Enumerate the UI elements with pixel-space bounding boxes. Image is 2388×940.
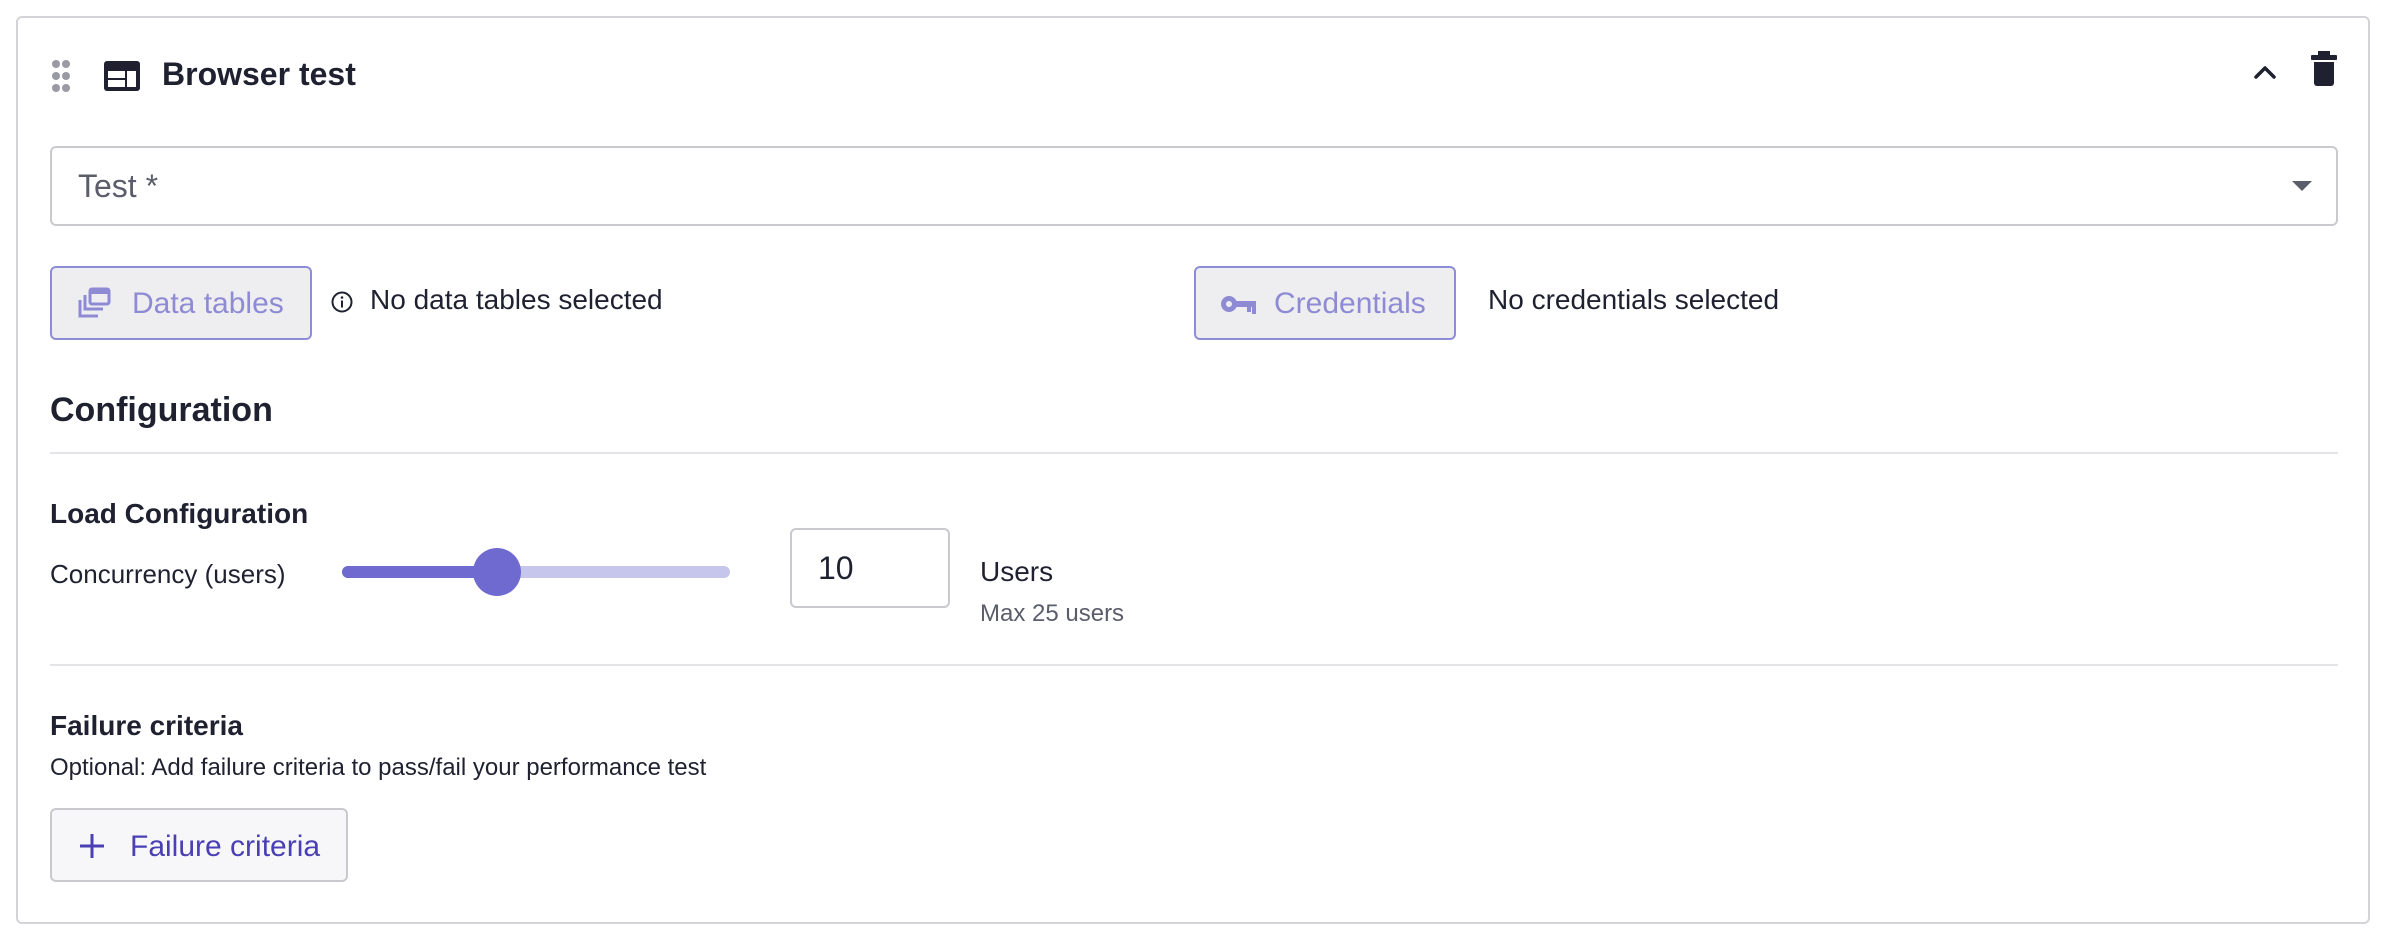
data-tables-button-label: Data tables (132, 287, 284, 320)
divider (50, 452, 2338, 454)
failure-criteria-description: Optional: Add failure criteria to pass/f… (50, 754, 707, 781)
card-title: Browser test (162, 56, 356, 92)
test-select[interactable]: Test * (50, 146, 2338, 226)
add-failure-criteria-button[interactable]: Failure criteria (50, 808, 348, 882)
users-unit-label: Users (980, 556, 1054, 587)
concurrency-label: Concurrency (users) (50, 559, 286, 589)
data-tables-status: No data tables selected (370, 284, 663, 315)
load-configuration-heading: Load Configuration (50, 498, 309, 529)
stacked-windows-icon (78, 287, 111, 318)
divider (50, 664, 2338, 666)
failure-criteria-heading: Failure criteria (50, 710, 243, 741)
caret-down-icon (2292, 181, 2312, 191)
drag-handle-icon[interactable] (50, 58, 72, 94)
concurrency-input[interactable] (790, 528, 950, 608)
browser-window-icon (104, 61, 140, 91)
max-users-hint: Max 25 users (980, 600, 1125, 627)
credentials-button[interactable]: Credentials (1194, 266, 1456, 340)
test-select-label: Test * (78, 168, 159, 204)
concurrency-slider-thumb[interactable] (473, 548, 522, 596)
plus-icon (80, 834, 104, 858)
configuration-heading: Configuration (50, 391, 273, 429)
info-icon (331, 291, 353, 313)
browser-test-card: Browser test Test * Data tables No data … (16, 16, 2370, 924)
chevron-up-icon[interactable] (2250, 58, 2280, 88)
data-tables-button[interactable]: Data tables (50, 266, 312, 340)
key-icon (1221, 296, 1256, 314)
credentials-button-label: Credentials (1274, 287, 1426, 320)
add-failure-criteria-label: Failure criteria (130, 830, 321, 863)
credentials-status: No credentials selected (1488, 284, 1780, 315)
trash-icon[interactable] (2308, 48, 2340, 88)
